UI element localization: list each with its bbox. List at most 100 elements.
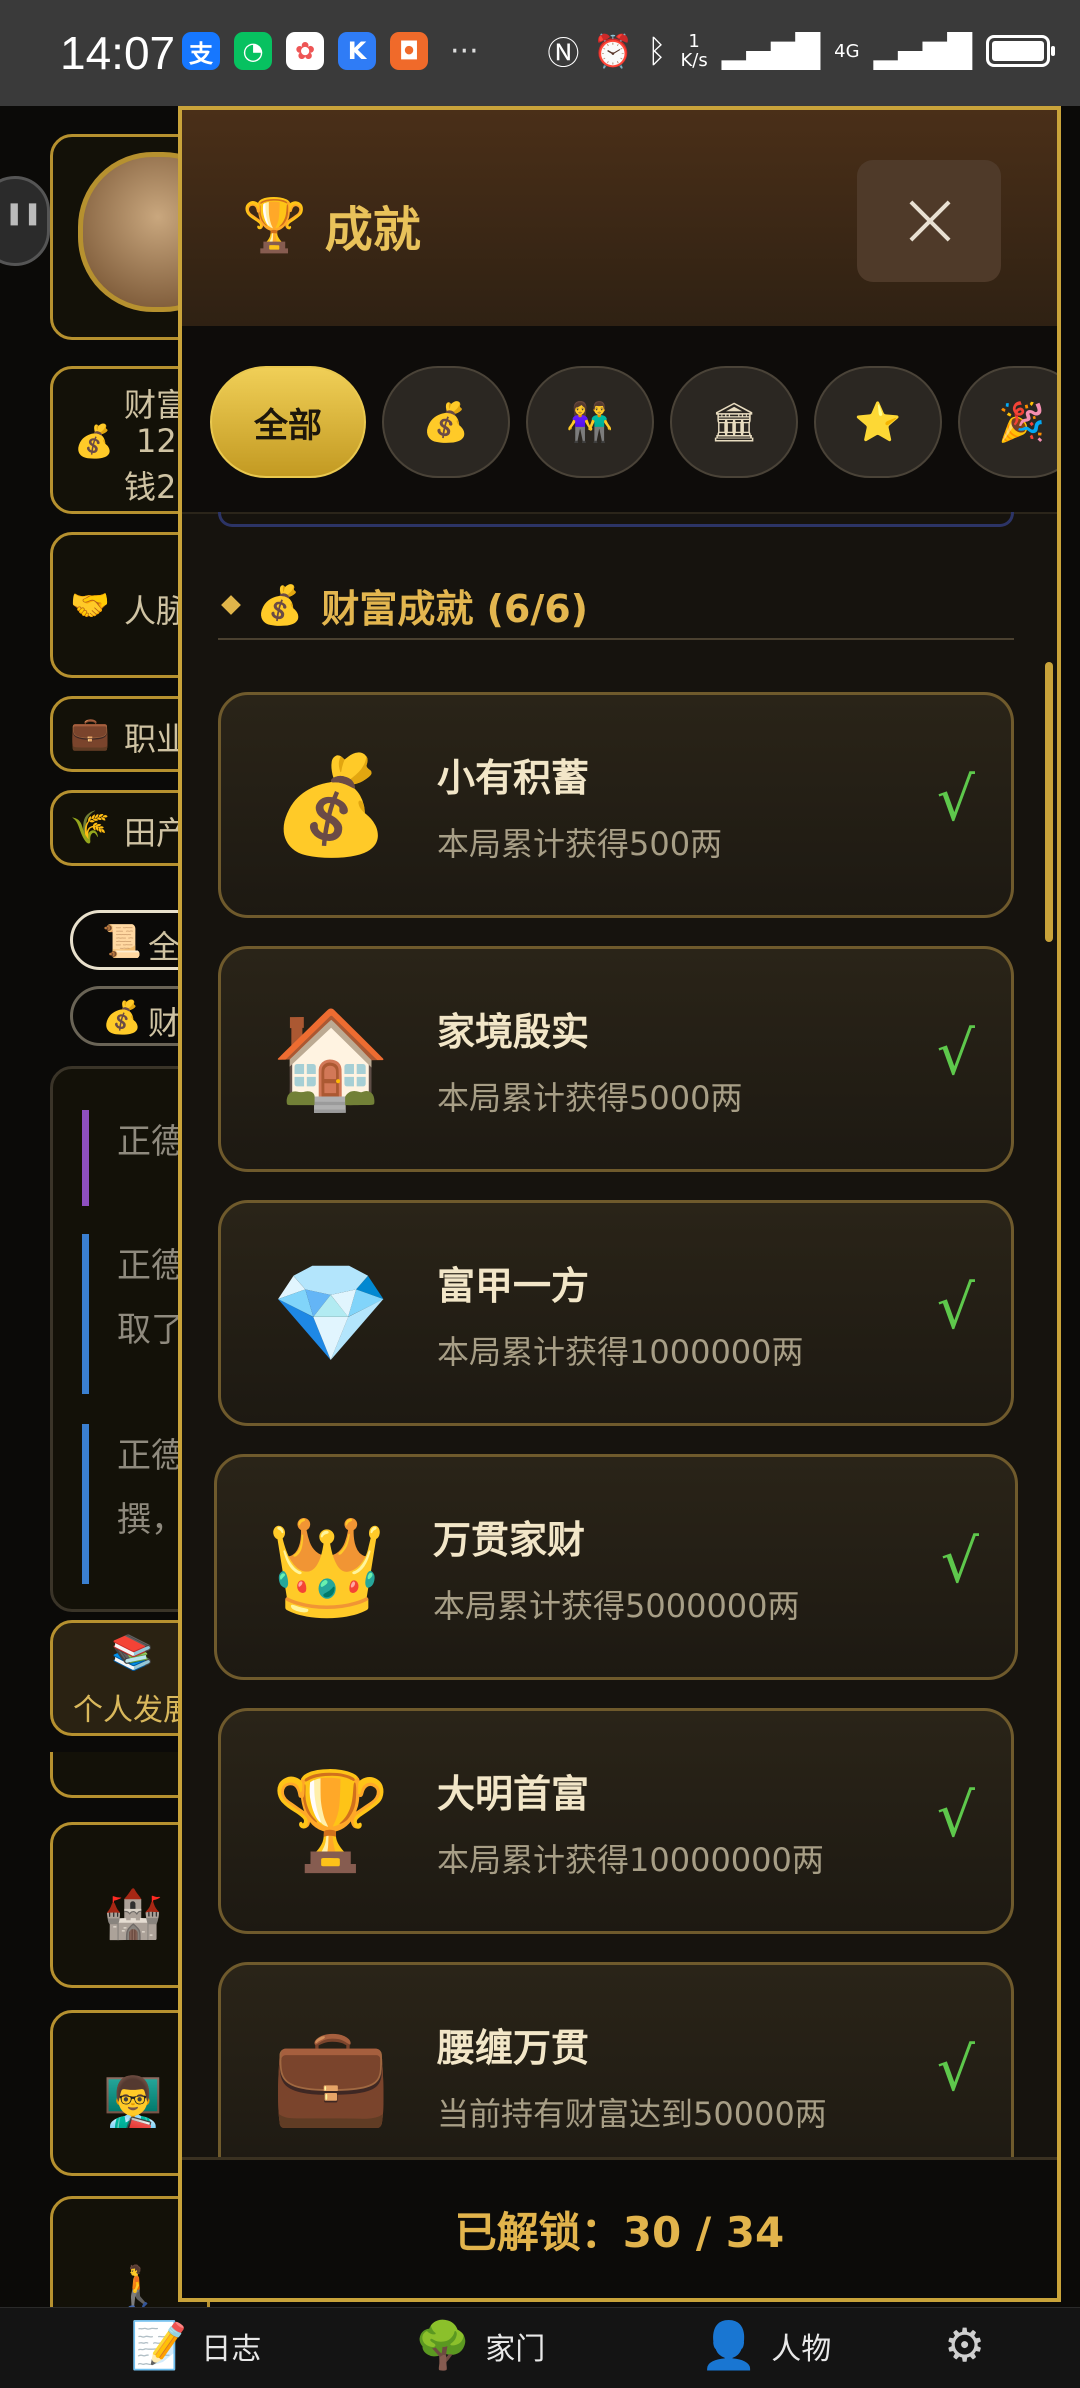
notification-icons: 支 ◔ ✿ K ◘ ··· — [182, 32, 479, 70]
walking-icon: 🚶 — [113, 2264, 163, 2310]
achievement-name: 万贯家财 — [433, 1518, 586, 1562]
filter-all-label: 全 — [148, 928, 181, 966]
wealth-icon: 💰 — [422, 399, 470, 444]
achievement-desc: 本局累计获得10000000两 — [437, 1841, 824, 1879]
achievement-name: 小有积蓄 — [437, 756, 590, 800]
official-icon: 🏛 — [709, 399, 759, 444]
section-title: 财富成就 (6/6) — [321, 586, 589, 631]
nav-journal-label: 日志 — [201, 2331, 262, 2367]
nav-character-label: 人物 — [771, 2331, 832, 2367]
money-bag-icon: 💰 — [271, 749, 391, 861]
money-label: 钱2 — [124, 468, 177, 506]
journal-icon: 📝 — [130, 2318, 188, 2372]
achievement-card[interactable]: 🏆 大明首富 本局累计获得10000000两 √ — [218, 1708, 1014, 1934]
achievement-card[interactable]: 💰 小有积蓄 本局累计获得500两 √ — [218, 692, 1014, 918]
section-header-wealth: 💰 财富成就 (6/6) — [218, 572, 1014, 640]
achievements-modal: 🏆 成就 全部 💰 👫 🏛 ⭐ 🎉 💰 财富成就 (6/6) 💰 小有积蓄 本局… — [178, 106, 1061, 2302]
wechat-icon: ◔ — [234, 32, 272, 70]
checkmark-icon: √ — [936, 1019, 975, 1089]
more-notifications-icon: ··· — [450, 33, 479, 69]
checkmark-icon: √ — [940, 1527, 979, 1597]
bottom-nav: 📝 日志 🌳 家门 👤 人物 ⚙ — [0, 2307, 1080, 2388]
teacher-icon: 👨‍🏫 — [103, 2074, 163, 2130]
floating-handle[interactable] — [0, 176, 50, 266]
achievement-card[interactable]: 💎 富甲一方 本局累计获得1000000两 √ — [218, 1200, 1014, 1426]
modal-header: 🏆 成就 — [182, 110, 1057, 329]
k-app-icon: K — [338, 32, 376, 70]
achievement-desc: 本局累计获得5000两 — [437, 1079, 743, 1117]
achievement-desc: 本局累计获得1000000两 — [437, 1333, 804, 1371]
achievement-card[interactable]: 🏠 家境殷实 本局累计获得5000两 √ — [218, 946, 1014, 1172]
filter-wealth[interactable]: 💰 — [382, 366, 510, 478]
app-grid-icon: ✿ — [286, 32, 324, 70]
filter-all[interactable]: 全部 — [210, 366, 366, 478]
checkmark-icon: √ — [936, 1781, 975, 1851]
achievement-name: 家境殷实 — [437, 1010, 590, 1054]
red-app-icon: ◘ — [390, 32, 428, 70]
trophy-icon: 🏆 — [271, 1765, 391, 1877]
system-status-icons: Ⓝ ⏰ ᛒ 1 K/s ▂▄▆█ 4G ▂▄▆█ — [547, 28, 1055, 74]
checkmark-icon: √ — [936, 1273, 975, 1343]
briefcase-icon: 💼 — [271, 2019, 391, 2131]
nfc-icon: Ⓝ — [547, 34, 580, 72]
money-bag-icon: 💰 — [74, 422, 114, 460]
scrollbar-thumb[interactable] — [1045, 662, 1053, 942]
nav-journal[interactable]: 📝 日志 — [130, 2318, 261, 2373]
handshake-icon: 🤝 — [70, 586, 110, 624]
family-icon: 👫 — [566, 399, 614, 444]
filter-official[interactable]: 🏛 — [670, 366, 798, 478]
nav-family-label: 家门 — [485, 2331, 546, 2367]
signal-icon: ▂▄▆█ — [721, 32, 821, 70]
achievement-name: 大明首富 — [437, 1772, 590, 1816]
achievement-card[interactable]: 💼 腰缠万贯 当前持有财富达到50000两 √ — [218, 1962, 1014, 2160]
battery-icon — [986, 35, 1055, 67]
status-time: 14:07 — [60, 27, 176, 79]
diamond-icon — [221, 595, 241, 615]
achievement-name: 富甲一方 — [437, 1264, 590, 1308]
signal-icon-2: ▂▄▆█ — [873, 32, 972, 70]
castle-icon: 🏰 — [103, 1886, 163, 1942]
achievement-desc: 本局累计获得5000000两 — [433, 1587, 800, 1625]
filter-star[interactable]: ⭐ — [814, 366, 942, 478]
rice-icon: 🌾 — [70, 808, 110, 846]
books-icon: 📚 — [111, 1633, 154, 1673]
filter-party[interactable]: 🎉 — [958, 366, 1057, 478]
alarm-icon: ⏰ — [593, 32, 634, 70]
unlock-summary: 已解锁：30 / 34 — [182, 2157, 1057, 2298]
person-icon: 👤 — [700, 2318, 758, 2372]
alipay-icon: 支 — [182, 32, 220, 70]
nav-character[interactable]: 👤 人物 — [700, 2318, 831, 2373]
filter-wealth-label: 财 — [148, 1004, 181, 1042]
tree-icon: 🌳 — [414, 2318, 472, 2372]
achievements-list[interactable]: 💰 财富成就 (6/6) 💰 小有积蓄 本局累计获得500两 √ 🏠 家境殷实 … — [182, 512, 1057, 2160]
unlock-count: 已解锁：30 / 34 — [454, 2207, 785, 2257]
category-filter-bar: 全部 💰 👫 🏛 ⭐ 🎉 — [182, 326, 1057, 514]
money-bag-icon: 💰 — [102, 998, 142, 1036]
modal-title-text: 成就 — [324, 202, 421, 258]
nav-settings[interactable]: ⚙ — [944, 2318, 985, 2372]
gear-icon: ⚙ — [944, 2318, 986, 2372]
achievement-desc: 当前持有财富达到50000两 — [437, 2095, 827, 2133]
modal-title: 🏆 成就 — [242, 190, 421, 260]
net-speed: 1 K/s — [680, 31, 708, 71]
party-icon: 🎉 — [998, 399, 1046, 444]
checkmark-icon: √ — [936, 2035, 975, 2105]
status-bar: 14:07 支 ◔ ✿ K ◘ ··· Ⓝ ⏰ ᛒ 1 K/s ▂▄▆█ 4G ▂… — [0, 0, 1080, 106]
achievement-desc: 本局累计获得500两 — [437, 825, 723, 863]
previous-section-edge — [218, 512, 1014, 527]
filter-family[interactable]: 👫 — [526, 366, 654, 478]
house-icon: 🏠 — [271, 1003, 391, 1115]
nav-family[interactable]: 🌳 家门 — [414, 2318, 545, 2373]
scroll-icon: 📜 — [102, 922, 142, 960]
achievement-card[interactable]: 👑 万贯家财 本局累计获得5000000两 √ — [214, 1454, 1018, 1680]
achievement-name: 腰缠万贯 — [437, 2026, 590, 2070]
checkmark-icon: √ — [936, 765, 975, 835]
star-icon: ⭐ — [854, 399, 902, 444]
money-bag-icon: 💰 — [256, 582, 304, 627]
crown-icon: 👑 — [267, 1511, 387, 1623]
network-type: 4G — [834, 40, 860, 62]
diamond-icon: 💎 — [271, 1257, 391, 1369]
briefcase-icon: 💼 — [70, 714, 110, 752]
close-button[interactable] — [857, 160, 1001, 282]
bluetooth-icon: ᛒ — [647, 32, 667, 70]
